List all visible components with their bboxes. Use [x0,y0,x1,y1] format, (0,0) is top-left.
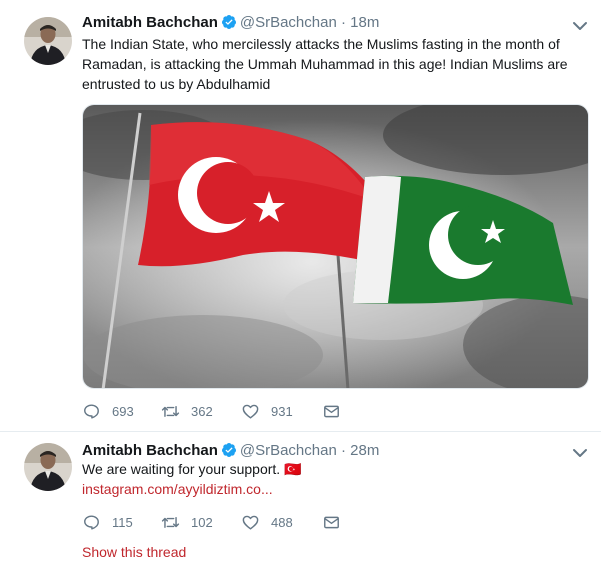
avatar[interactable] [24,443,72,491]
reply-icon [84,403,99,419]
tweet-actions: 693 362 931 [82,400,341,422]
like-icon [242,515,259,530]
retweet-icon [161,405,180,417]
reply-count: 693 [112,403,134,419]
reply-button[interactable]: 693 [82,402,161,421]
reply-icon [84,514,99,530]
retweet-count: 102 [191,514,213,530]
separator-dot: · [340,442,346,459]
author-handle[interactable]: @SrBachchan [240,442,337,459]
message-icon [324,405,339,417]
like-icon [242,404,259,419]
message-button[interactable] [322,402,341,421]
retweet-button[interactable]: 102 [161,513,241,532]
like-count: 931 [271,403,293,419]
author-name[interactable]: Amitabh Bachchan [82,14,218,31]
like-button[interactable]: 931 [241,402,322,421]
timestamp[interactable]: 18m [350,14,379,31]
separator-dot: · [340,14,346,31]
verified-badge-icon [221,443,236,457]
timestamp[interactable]: 28m [350,442,379,459]
show-thread-link[interactable]: Show this thread [82,542,186,561]
like-button[interactable]: 488 [241,513,322,532]
message-icon [324,516,339,528]
verified-badge-icon [221,15,236,29]
reply-button[interactable]: 115 [82,513,161,532]
retweet-count: 362 [191,403,213,419]
external-link[interactable]: instagram.com/ayyildiztim.co... [82,479,273,499]
author-handle[interactable]: @SrBachchan [240,14,337,31]
tweet-text: We are waiting for your support. 🇹🇷 [82,461,302,477]
tweet-header: Amitabh Bachchan @SrBachchan · 18m [82,13,379,33]
retweet-button[interactable]: 362 [161,402,241,421]
author-name[interactable]: Amitabh Bachchan [82,442,218,459]
chevron-down-icon[interactable] [571,17,589,35]
tweet-media-image[interactable] [82,104,589,389]
retweet-icon [161,516,180,528]
tweet-header: Amitabh Bachchan @SrBachchan · 28m [82,441,379,461]
like-count: 488 [271,514,293,530]
avatar[interactable] [24,17,72,65]
tweet-1[interactable]: Amitabh Bachchan @SrBachchan · 18m The In… [0,0,601,432]
tweet-text: The Indian State, who mercilessly attack… [82,36,568,92]
message-button[interactable] [322,513,341,532]
tweet-2[interactable]: Amitabh Bachchan @SrBachchan · 28m We are… [0,432,601,561]
reply-count: 115 [112,514,133,530]
tweet-actions: 115 102 488 [82,511,341,533]
